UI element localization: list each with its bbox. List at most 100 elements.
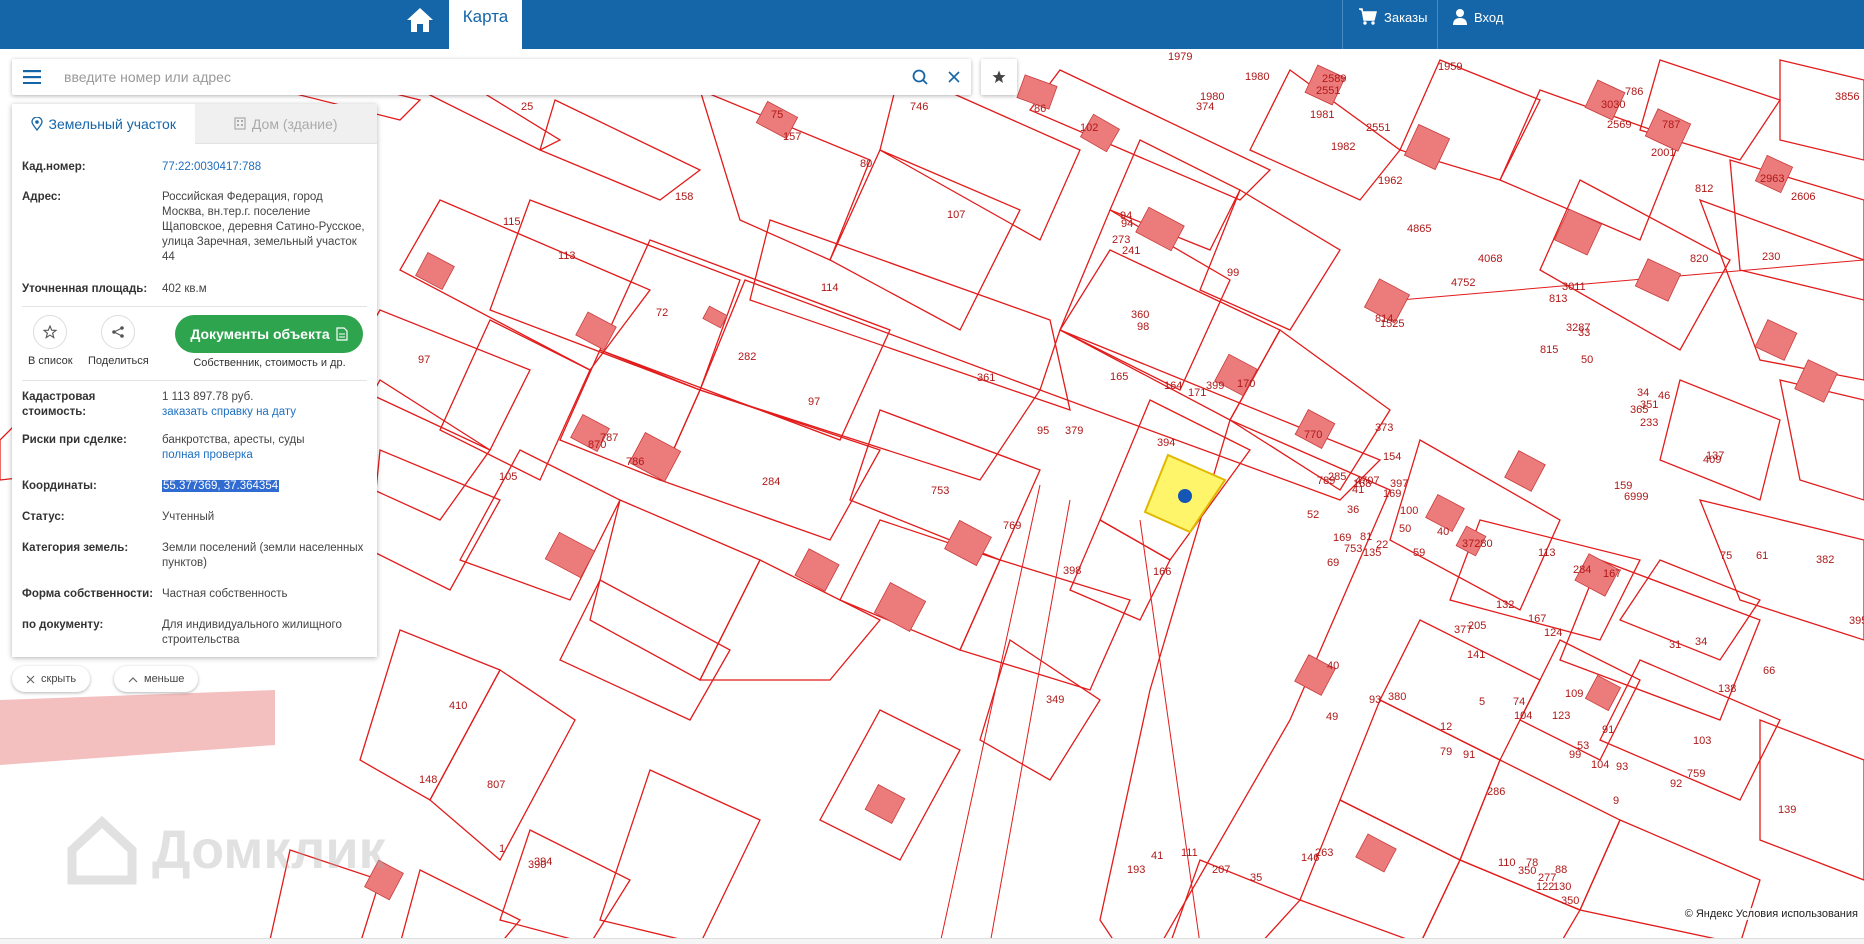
- parcel-number-label: 132: [1496, 599, 1514, 611]
- parcel-number-label: 139: [1778, 804, 1796, 816]
- parcel-number-label: 100: [1400, 505, 1418, 517]
- parcel-number-label: 374: [1196, 101, 1214, 113]
- parcel-number-label: 148: [419, 774, 437, 786]
- add-to-list-button[interactable]: В список: [28, 315, 73, 367]
- parcel-number-label: 12: [1440, 721, 1452, 733]
- cart-icon: [1359, 8, 1377, 25]
- parcel-number-label: 1981: [1310, 109, 1334, 121]
- cad-value-row: Кадастровая стоимость: 1 113 897.78 руб.…: [22, 390, 367, 420]
- parcel-number-label: 170: [1237, 378, 1255, 390]
- parcel-number-label: 111: [1181, 847, 1198, 859]
- parcel-number-label: 157: [783, 131, 801, 143]
- orders-button[interactable]: Заказы: [1358, 0, 1427, 34]
- login-label: Вход: [1474, 9, 1504, 25]
- parcel-number-label: 146: [1301, 852, 1319, 864]
- parcel-number-label: 166: [1153, 566, 1171, 578]
- risks-value: банкротства, аресты, суды: [162, 434, 305, 446]
- order-certificate-link[interactable]: заказать справку на дату: [162, 406, 296, 418]
- parcel-number-label: 110: [1498, 857, 1516, 869]
- domclick-logo-icon: [67, 815, 137, 885]
- parcel-number-label: 394: [1157, 437, 1175, 449]
- coordinates-label: Координаты:: [22, 480, 97, 492]
- map-copyright[interactable]: © Яндекс Условия использования: [1682, 908, 1860, 920]
- tab-building[interactable]: Дом (здание): [194, 104, 377, 144]
- panel-tabs: Земельный участок Дом (здание): [12, 104, 377, 144]
- parcel-number-label: 399: [1206, 380, 1224, 392]
- search-icon[interactable]: [903, 59, 937, 95]
- tab-map[interactable]: Карта: [449, 0, 522, 49]
- favorites-button[interactable]: [981, 59, 1017, 95]
- cad-number-row: Кад.номер: 77:22:0030417:788: [22, 160, 367, 175]
- parcel-number-label: 137: [1706, 450, 1724, 462]
- parcel-number-label: 233: [1640, 417, 1658, 429]
- menu-icon[interactable]: [12, 59, 52, 95]
- less-button[interactable]: меньше: [114, 666, 199, 692]
- parcel-number-label: 786: [626, 456, 644, 468]
- orders-label: Заказы: [1384, 9, 1428, 25]
- share-button[interactable]: Поделиться: [88, 315, 149, 367]
- risks-label: Риски при сделке:: [22, 434, 127, 446]
- parcel-number-label: 130: [1553, 881, 1571, 893]
- parcel-number-label: 759: [1687, 768, 1705, 780]
- parcel-number-label: 1982: [1331, 141, 1355, 153]
- ownership-label: Форма собственности:: [22, 588, 154, 600]
- cad-number-link[interactable]: 77:22:0030417:788: [162, 161, 261, 173]
- share-icon: [101, 315, 136, 349]
- less-label: меньше: [144, 673, 185, 685]
- home-icon[interactable]: [400, 0, 440, 40]
- parcel-number-label: 46: [1658, 390, 1670, 402]
- parcel-number-label: 104: [1514, 710, 1532, 722]
- parcel-number-label: 1: [499, 843, 505, 855]
- parcel-number-label: 2001: [1651, 147, 1675, 159]
- parcel-number-label: 79: [1440, 746, 1452, 758]
- coordinates-value[interactable]: 55.377369, 37.364354: [162, 480, 280, 492]
- parcel-number-label: 93: [1616, 761, 1628, 773]
- parcel-number-label: 4068: [1478, 253, 1502, 265]
- parcel-number-label: 22: [1376, 539, 1388, 551]
- category-label: Категория земель:: [22, 542, 129, 554]
- parcel-number-label: 52: [1307, 509, 1319, 521]
- parcel-number-label: 41: [1151, 850, 1163, 862]
- parcel-number-label: 815: [1540, 344, 1558, 356]
- parcel-number-label: 394: [534, 856, 552, 868]
- parcel-number-label: 3011: [1562, 281, 1586, 293]
- parcel-number-label: 2606: [1791, 191, 1815, 203]
- parcel-number-label: 398: [1063, 565, 1081, 577]
- parcel-number-label: 93: [1369, 694, 1381, 706]
- login-button[interactable]: Вход: [1452, 0, 1503, 34]
- divider: [22, 306, 367, 307]
- parcel-number-label: 171: [1188, 387, 1206, 399]
- full-check-link[interactable]: полная проверка: [162, 449, 253, 461]
- map-pin-icon: [30, 117, 43, 131]
- chevron-up-icon: [128, 676, 138, 682]
- parcel-number-label: 361: [977, 372, 995, 384]
- parcel-number-label: 75: [771, 109, 783, 121]
- tab-land-plot[interactable]: Земельный участок: [12, 104, 195, 144]
- area-row: Уточненная площадь: 402 кв.м: [22, 282, 367, 297]
- parcel-number-label: 373: [1375, 422, 1393, 434]
- parcel-number-label: 25: [521, 101, 533, 113]
- parcel-number-label: 36: [1347, 504, 1359, 516]
- parcel-number-label: 124: [1544, 627, 1562, 639]
- object-documents-button[interactable]: Документы объекта: [175, 315, 363, 353]
- close-icon[interactable]: [937, 59, 971, 95]
- parcel-number-label: 99: [1569, 749, 1581, 761]
- risks-row: Риски при сделке: банкротства, аресты, с…: [22, 433, 367, 463]
- parcel-number-label: 94: [1121, 218, 1133, 230]
- parcel-number-label: 282: [738, 351, 756, 363]
- parcel-number-label: 746: [910, 101, 928, 113]
- parcel-number-label: 379: [1065, 425, 1083, 437]
- parcel-number-label: 380: [1388, 691, 1406, 703]
- parcel-number-label: 787: [600, 432, 618, 444]
- hide-button[interactable]: скрыть: [12, 666, 91, 692]
- parcel-number-label: 69: [1327, 557, 1339, 569]
- parcel-number-label: 138: [1718, 683, 1736, 695]
- parcel-number-label: 753: [931, 485, 949, 497]
- parcel-number-label: 158: [675, 191, 693, 203]
- parcel-number-label: 5: [1479, 696, 1485, 708]
- parcel-number-label: 122: [1536, 881, 1554, 893]
- parcel-number-label: 286: [1487, 786, 1505, 798]
- cad-number-label: Кад.номер:: [22, 161, 86, 173]
- search-input[interactable]: [52, 60, 903, 94]
- parcel-number-label: 351: [1640, 399, 1658, 411]
